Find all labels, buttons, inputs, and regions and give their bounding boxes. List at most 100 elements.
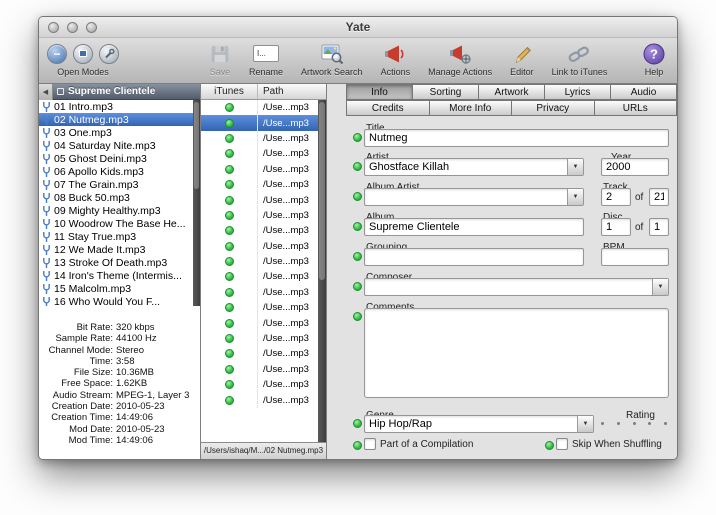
path-row[interactable]: /Use...mp3	[201, 269, 318, 284]
file-list-item[interactable]: 05 Ghost Deini.mp3	[39, 152, 193, 165]
path-row[interactable]: /Use...mp3	[201, 239, 318, 254]
tab-lyrics[interactable]: Lyrics	[544, 84, 611, 100]
composer-combo[interactable]: ▼	[364, 278, 669, 296]
info-value: 44100 Hz	[113, 333, 157, 344]
skip-shuffling-checkbox[interactable]	[556, 438, 568, 450]
genre-combo[interactable]: Hip Hop/Rap ▼	[364, 415, 594, 433]
file-list-area: 01 Intro.mp302 Nutmeg.mp303 One.mp304 Sa…	[39, 100, 200, 306]
tab-artwork[interactable]: Artwork	[478, 84, 545, 100]
file-list-item[interactable]: 06 Apollo Kids.mp3	[39, 165, 193, 178]
tab-more-info[interactable]: More Info	[429, 100, 513, 116]
file-list-item[interactable]: 03 One.mp3	[39, 126, 193, 139]
path-row[interactable]: /Use...mp3	[201, 346, 318, 361]
file-list-item[interactable]: 09 Mighty Healthy.mp3	[39, 204, 193, 217]
info-line: Mod Date:2010-05-23	[39, 424, 198, 435]
zoom-button[interactable]	[86, 22, 97, 33]
file-list-item[interactable]: 15 Malcolm.mp3	[39, 282, 193, 295]
comments-field[interactable]	[364, 308, 669, 398]
path-row[interactable]: /Use...mp3	[201, 208, 318, 223]
path-row[interactable]: /Use...mp3	[201, 331, 318, 346]
manage-actions-button[interactable]: Manage Actions	[428, 41, 492, 77]
file-list-item[interactable]: 04 Saturday Nite.mp3	[39, 139, 193, 152]
path-row[interactable]: /Use...mp3	[201, 223, 318, 238]
column-header-itunes[interactable]: iTunes	[201, 84, 258, 99]
compilation-checkbox[interactable]	[364, 438, 376, 450]
editor-button[interactable]: Editor	[510, 41, 534, 77]
path-row[interactable]: /Use...mp3	[201, 362, 318, 377]
tab-privacy[interactable]: Privacy	[511, 100, 595, 116]
tab-credits[interactable]: Credits	[346, 100, 430, 116]
file-list-item[interactable]: 07 The Grain.mp3	[39, 178, 193, 191]
path-row[interactable]: /Use...mp3	[201, 392, 318, 407]
link-to-itunes-button[interactable]: Link to iTunes	[552, 41, 608, 77]
chevron-down-icon[interactable]: ▼	[567, 189, 583, 205]
rating-control[interactable]	[601, 421, 667, 425]
artist-combo[interactable]: Ghostface Killah ▼	[364, 158, 584, 176]
chevron-down-icon[interactable]: ▼	[652, 279, 668, 295]
path-row[interactable]: /Use...mp3	[201, 254, 318, 269]
minimize-button[interactable]	[67, 22, 78, 33]
file-list-item[interactable]: 12 We Made It.mp3	[39, 243, 193, 256]
file-list-item[interactable]: 10 Woodrow The Base He...	[39, 217, 193, 230]
chevron-down-icon[interactable]: ▼	[577, 416, 593, 432]
disc-number-field[interactable]	[601, 218, 631, 236]
save-button[interactable]: Save	[209, 41, 231, 77]
file-list-scrollbar[interactable]	[193, 100, 200, 306]
path-row[interactable]: /Use...mp3	[201, 162, 318, 177]
album-header[interactable]: Supreme Clientele	[53, 84, 200, 100]
path-row[interactable]: /Use...mp3	[201, 177, 318, 192]
open-mode-tools-button[interactable]	[99, 44, 119, 64]
path-row[interactable]: /Use...mp3	[201, 131, 318, 146]
itunes-cell	[201, 177, 258, 192]
file-list-item[interactable]: 02 Nutmeg.mp3	[39, 113, 193, 126]
tab-urls[interactable]: URLs	[594, 100, 678, 116]
bpm-field[interactable]	[601, 248, 669, 266]
year-field[interactable]	[601, 158, 669, 176]
tab-sorting[interactable]: Sorting	[412, 84, 479, 100]
open-mode-close-button[interactable]: −	[47, 44, 67, 64]
track-number-field[interactable]	[601, 188, 631, 206]
info-label: Time:	[39, 356, 113, 367]
path-row[interactable]: /Use...mp3	[201, 100, 318, 115]
path-row[interactable]: /Use...mp3	[201, 285, 318, 300]
actions-button[interactable]: Actions	[381, 41, 411, 77]
info-value: MPEG-1, Layer 3	[113, 390, 189, 401]
path-row[interactable]: /Use...mp3	[201, 146, 318, 161]
titlebar[interactable]: Yate	[39, 17, 677, 38]
grouping-field[interactable]	[364, 248, 584, 266]
file-list-item[interactable]: 13 Stroke Of Death.mp3	[39, 256, 193, 269]
rename-button[interactable]: I... Rename	[249, 41, 283, 77]
scrollbar-thumb[interactable]	[194, 102, 199, 189]
file-list-item[interactable]: 16 Who Would You F...	[39, 295, 193, 306]
track-total-field[interactable]	[649, 188, 669, 206]
path-list-scrollbar[interactable]	[318, 100, 326, 442]
tab-audio[interactable]: Audio	[610, 84, 677, 100]
album-field[interactable]	[364, 218, 584, 236]
file-list-item[interactable]: 14 Iron's Theme (Intermis...	[39, 269, 193, 282]
file-list-item[interactable]: 11 Stay True.mp3	[39, 230, 193, 243]
path-row[interactable]: /Use...mp3	[201, 115, 318, 130]
help-button[interactable]: ? Help	[643, 41, 665, 77]
disc-total-field[interactable]	[649, 218, 669, 236]
close-button[interactable]	[48, 22, 59, 33]
album-artist-combo[interactable]: ▼	[364, 188, 584, 206]
itunes-status-icon	[225, 334, 234, 343]
path-row[interactable]: /Use...mp3	[201, 300, 318, 315]
artwork-search-button[interactable]: Artwork Search	[301, 41, 363, 77]
scrollbar-thumb[interactable]	[319, 102, 325, 280]
path-row[interactable]: /Use...mp3	[201, 192, 318, 207]
open-mode-files-button[interactable]	[73, 44, 93, 64]
path-row[interactable]: /Use...mp3	[201, 315, 318, 330]
tab-info[interactable]: Info	[346, 84, 413, 100]
itunes-status-icon	[225, 380, 234, 389]
toolbar: − Open Modes Save I... Rename	[39, 38, 677, 84]
file-list-item[interactable]: 01 Intro.mp3	[39, 100, 193, 113]
path-row[interactable]: /Use...mp3	[201, 377, 318, 392]
title-field[interactable]	[364, 129, 669, 147]
back-button[interactable]: ◀	[39, 84, 53, 100]
chevron-down-icon[interactable]: ▼	[567, 159, 583, 175]
track-of-label: of	[635, 192, 643, 203]
file-list-item[interactable]: 08 Buck 50.mp3	[39, 191, 193, 204]
column-header-path[interactable]: Path	[258, 84, 326, 99]
info-line: Free Space:1.62KB	[39, 378, 198, 389]
